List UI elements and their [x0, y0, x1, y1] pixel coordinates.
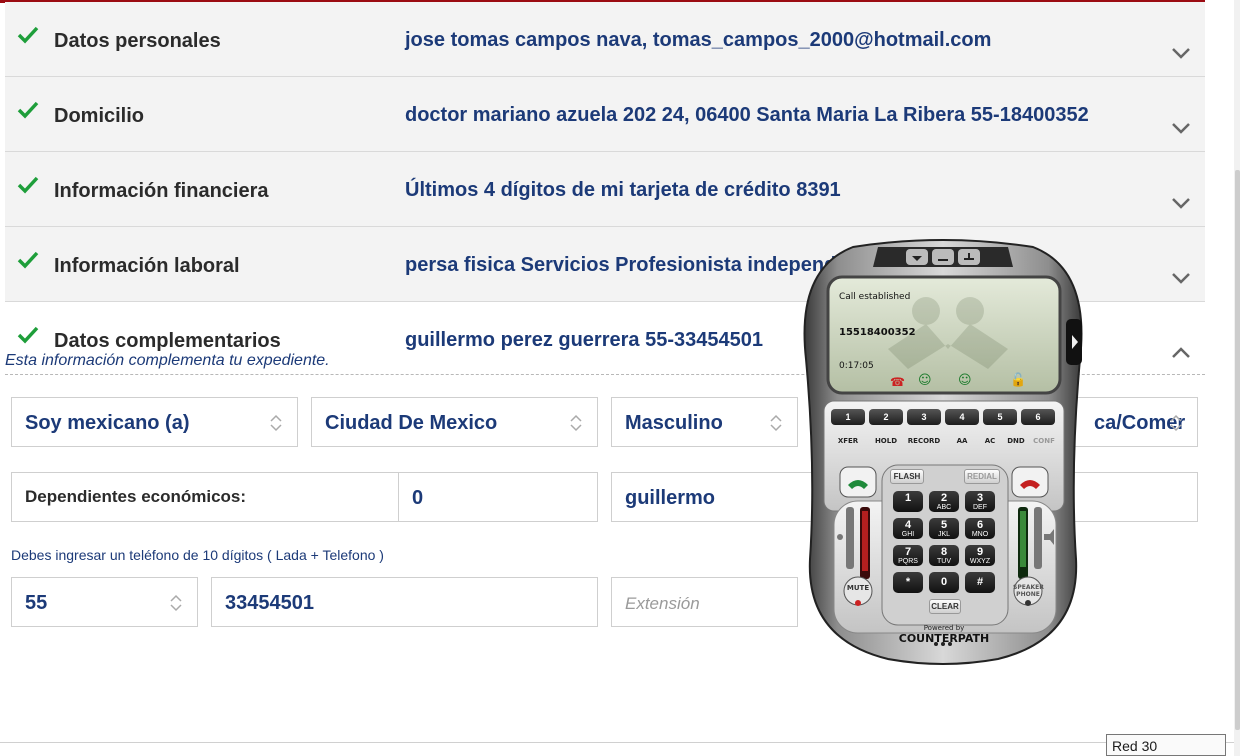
select-arrows-icon: [770, 414, 782, 432]
keypad-6[interactable]: 6 MNO: [965, 518, 995, 539]
section-note: Esta información complementa tu expedien…: [5, 352, 330, 369]
phone-input[interactable]: 33454501: [211, 577, 598, 627]
keypad-4[interactable]: 4 GHI: [893, 518, 923, 539]
xfer-button[interactable]: XFER: [828, 437, 868, 445]
lada-value: 55: [25, 592, 48, 614]
select-arrows-icon: [270, 414, 282, 432]
keypad-9[interactable]: 9 WXYZ: [965, 545, 995, 566]
keypad-hash[interactable]: #: [965, 572, 995, 593]
section-title: Información financiera: [54, 180, 269, 202]
call-number: 15518400352: [839, 327, 916, 338]
section-title: Datos complementarios: [54, 330, 281, 352]
nationality-select[interactable]: Soy mexicano (a): [11, 397, 298, 447]
counterpath-logo: COUNTERPATH: [898, 632, 990, 645]
lada-select[interactable]: 55: [11, 577, 198, 627]
section-value: guillermo perez guerrera 55-33454501: [405, 329, 763, 351]
section-value: persa fisica Servicios Profesionista ind…: [405, 254, 837, 276]
city-select[interactable]: Ciudad De Mexico: [311, 397, 598, 447]
section-value: doctor mariano azuela 202 24, 06400 Sant…: [405, 104, 1089, 126]
field-divider: [398, 473, 399, 521]
mute-button[interactable]: MUTE: [845, 584, 871, 592]
section-value: Últimos 4 dígitos de mi tarjeta de crédi…: [405, 179, 841, 201]
chevron-down-icon[interactable]: [1171, 271, 1191, 285]
line-key-1[interactable]: 1: [831, 409, 865, 425]
check-icon: [17, 26, 39, 44]
section-value: jose tomas campos nava, tomas_campos_200…: [405, 29, 992, 51]
hold-button[interactable]: HOLD: [866, 437, 906, 445]
keypad-1[interactable]: 1: [893, 491, 923, 512]
conf-button[interactable]: CONF: [1024, 437, 1064, 445]
dependents-value[interactable]: 0: [412, 487, 423, 510]
scrollbar-thumb[interactable]: [1235, 170, 1240, 730]
nationality-value: Soy mexicano (a): [25, 412, 190, 434]
chevron-down-icon[interactable]: [1171, 121, 1191, 135]
line-key-2[interactable]: 2: [869, 409, 903, 425]
section-informacion-financiera[interactable]: Información financiera Últimos 4 dígitos…: [5, 152, 1205, 227]
chevron-down-icon[interactable]: [1171, 46, 1191, 60]
keypad-2[interactable]: 2 ABC: [929, 491, 959, 512]
call-status: Call established: [839, 292, 911, 302]
clear-button[interactable]: CLEAR: [929, 599, 961, 614]
hangup-status-icon[interactable]: ☎: [890, 375, 905, 389]
powered-by-text: Powered by: [923, 624, 965, 632]
call-timer: 0:17:05: [839, 361, 874, 371]
keypad-5[interactable]: 5 JKL: [929, 518, 959, 539]
check-icon: [17, 326, 39, 344]
record-button[interactable]: RECORD: [904, 437, 944, 445]
check-icon: [17, 101, 39, 119]
line-key-6[interactable]: 6: [1021, 409, 1055, 425]
bottom-divider: [0, 742, 1234, 743]
extension-input[interactable]: Extensión: [611, 577, 798, 627]
phone-hint: Debes ingresar un teléfono de 10 dígitos…: [11, 547, 384, 563]
status-indicator: Red 30: [1106, 734, 1226, 756]
select-arrows-icon: [570, 414, 582, 432]
phone-value: 33454501: [225, 592, 314, 614]
dependents-label: Dependientes económicos:: [25, 487, 247, 506]
city-value: Ciudad De Mexico: [325, 412, 498, 434]
check-icon: [17, 176, 39, 194]
check-icon: [17, 251, 39, 269]
speakerphone-button[interactable]: SPEAKER PHONE: [1013, 584, 1044, 598]
keypad-star[interactable]: *: [893, 572, 923, 593]
section-domicilio[interactable]: Domicilio doctor mariano azuela 202 24, …: [5, 77, 1205, 152]
keypad-0[interactable]: 0: [929, 572, 959, 593]
section-title: Datos personales: [54, 30, 221, 52]
chevron-up-icon[interactable]: [1171, 346, 1191, 360]
chevron-down-icon[interactable]: [1171, 196, 1191, 210]
redial-button[interactable]: REDIAL: [964, 469, 1000, 484]
add-contact-icon[interactable]: ☺: [958, 373, 972, 388]
select-arrows-icon: [1170, 414, 1182, 432]
keypad-3[interactable]: 3 DEF: [965, 491, 995, 512]
line-key-3[interactable]: 3: [907, 409, 941, 425]
contact-speaking-icon[interactable]: ☺: [918, 373, 932, 388]
reference-name-value: guillermo: [625, 487, 716, 509]
dependents-field[interactable]: Dependientes económicos: 0: [11, 472, 598, 522]
flash-button[interactable]: FLASH: [890, 469, 924, 484]
keypad-8[interactable]: 8 TUV: [929, 545, 959, 566]
softphone-window[interactable]: Call established 15518400352 0:17:05 ☎ ☺…: [798, 239, 1088, 667]
unlock-icon[interactable]: 🔓: [1010, 373, 1026, 388]
line-key-4[interactable]: 4: [945, 409, 979, 425]
line-key-5[interactable]: 5: [983, 409, 1017, 425]
section-title: Domicilio: [54, 105, 145, 127]
section-datos-personales[interactable]: Datos personales jose tomas campos nava,…: [5, 2, 1205, 77]
extension-placeholder: Extensión: [625, 594, 700, 613]
section-title: Información laboral: [54, 255, 240, 277]
select-arrows-icon: [170, 594, 182, 612]
gender-select[interactable]: Masculino: [611, 397, 798, 447]
gender-value: Masculino: [625, 412, 723, 434]
keypad-7[interactable]: 7 PQRS: [893, 545, 923, 566]
